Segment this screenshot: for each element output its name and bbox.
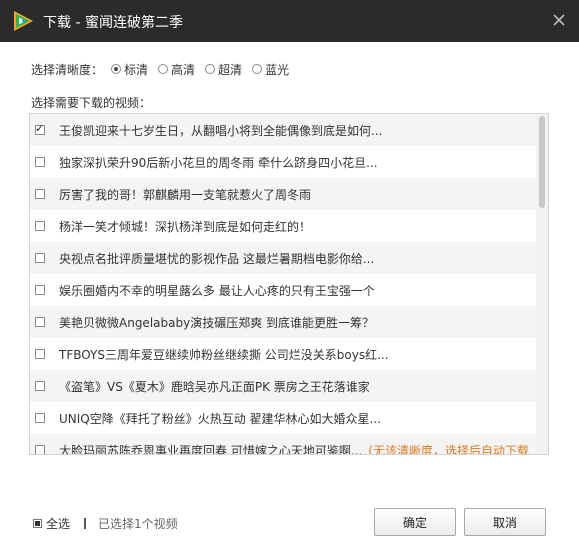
radio-sd[interactable]: [111, 64, 122, 74]
radio-bluray[interactable]: [252, 64, 263, 74]
tencent-video-logo-icon: [14, 11, 33, 31]
clarity-option-label: 超清: [218, 62, 243, 77]
item-checkbox[interactable]: [35, 381, 45, 391]
item-title: 央视点名批评质量堪忧的影视作品 这最烂暑期档电影你给...: [59, 251, 375, 266]
item-checkbox[interactable]: [35, 253, 45, 263]
window-title: 下载 - 蜜闻连破第二季: [43, 15, 183, 31]
item-title: TFBOYS三周年爱豆继续帅粉丝继续撕 公司烂没关系boys红...: [59, 347, 389, 362]
clarity-option-label: 高清: [171, 62, 196, 77]
item-title: 王俊凯迎来十七岁生日，从翻唱小将到全能偶像到底是如何...: [59, 123, 383, 138]
clarity-label: 选择清晰度：: [31, 62, 104, 77]
close-button[interactable]: [549, 10, 569, 30]
list-item[interactable]: 杨洋一笑才倾城！深扒杨洋到底是如何走红的！: [30, 210, 536, 242]
radio-hd[interactable]: [158, 64, 169, 74]
item-title: 《盗笔》VS《夏木》鹿晗吴亦凡正面PK 票房之王花落谁家: [59, 379, 370, 394]
clarity-selector: 选择清晰度： 标清 高清 超清 蓝光: [31, 60, 299, 78]
list-item[interactable]: 娱乐圈婚内不幸的明星蕗么多 最让人心疼的只有王宝强一个: [30, 274, 536, 306]
radio-shd[interactable]: [205, 64, 216, 74]
clarity-option-label: 标清: [124, 62, 149, 77]
select-all-label: 全选: [46, 516, 71, 531]
scrollbar-thumb[interactable]: [539, 116, 545, 208]
list-item[interactable]: 大脸玛丽苏陈乔恩事业再度回春 可惜嫁之心天地可鉴啊... (无该清晰度，选择后自…: [30, 434, 536, 455]
title-bar: 下载 - 蜜闻连破第二季: [0, 0, 579, 42]
list-item[interactable]: 《盗笔》VS《夏木》鹿晗吴亦凡正面PK 票房之王花落谁家: [30, 370, 536, 402]
footer-divider: [84, 517, 87, 529]
item-title: 厉害了我的哥！郭麒麟用一支笔就惹火了周冬雨: [59, 187, 312, 202]
item-checkbox[interactable]: [35, 413, 45, 423]
list-item[interactable]: 美艳贝微微Angelababy演技碾压郑爽 到底谁能更胜一筹？: [30, 306, 536, 338]
clarity-option-bluray[interactable]: 蓝光: [252, 61, 289, 78]
item-title: 娱乐圈婚内不幸的明星蕗么多 最让人心疼的只有王宝强一个: [59, 283, 375, 298]
confirm-button[interactable]: 确定: [374, 508, 456, 536]
item-checkbox[interactable]: [35, 445, 45, 454]
list-item[interactable]: 王俊凯迎来十七岁生日，从翻唱小将到全能偶像到底是如何...: [30, 114, 536, 146]
list-item[interactable]: 厉害了我的哥！郭麒麟用一支笔就惹火了周冬雨: [30, 178, 536, 210]
item-checkbox[interactable]: [35, 285, 45, 295]
item-checkbox[interactable]: [35, 221, 45, 231]
clarity-option-label: 蓝光: [265, 62, 290, 77]
clarity-option-sd[interactable]: 标清: [111, 61, 148, 78]
list-item[interactable]: 央视点名批评质量堪忧的影视作品 这最烂暑期档电影你给...: [30, 242, 536, 274]
clarity-option-shd[interactable]: 超清: [205, 61, 242, 78]
item-title: 独家深扒荣升90后新小花旦的周冬雨 牵什么跻身四小花旦...: [59, 155, 378, 170]
item-checkbox[interactable]: [35, 317, 45, 327]
item-clarity-note: (无该清晰度，选择后自动下载: [368, 443, 529, 455]
list-item[interactable]: UNIQ空降《拜托了粉丝》火热互动 翟建华林心如大婚众星...: [30, 402, 536, 434]
item-title: 杨洋一笑才倾城！深扒杨洋到底是如何走红的！: [59, 219, 312, 234]
footer-selection: 全选 已选择1个视频: [33, 515, 178, 532]
list-item[interactable]: TFBOYS三周年爱豆继续帅粉丝继续撕 公司烂没关系boys红...: [30, 338, 536, 370]
select-all-checkbox[interactable]: 全选: [33, 515, 70, 532]
video-section-label: 选择需要下载的视频：: [31, 96, 152, 110]
item-title: 大脸玛丽苏陈乔恩事业再度回春 可惜嫁之心天地可鉴啊...: [59, 443, 363, 455]
selected-count: 已选择1个视频: [98, 516, 178, 531]
select-all-box[interactable]: [33, 518, 42, 528]
item-title: 美艳贝微微Angelababy演技碾压郑爽 到底谁能更胜一筹？: [59, 315, 375, 330]
item-title: UNIQ空降《拜托了粉丝》火热互动 翟建华林心如大婚众星...: [59, 411, 382, 426]
item-checkbox[interactable]: [35, 157, 45, 167]
close-icon: [553, 14, 565, 26]
item-checkbox[interactable]: [35, 122, 45, 135]
video-list-items: 王俊凯迎来十七岁生日，从翻唱小将到全能偶像到底是如何... 独家深扒荣升90后新…: [30, 114, 536, 455]
clarity-option-hd[interactable]: 高清: [158, 61, 195, 78]
cancel-button[interactable]: 取消: [464, 508, 546, 536]
list-scrollbar[interactable]: [536, 114, 548, 454]
item-checkbox[interactable]: [35, 189, 45, 199]
list-item[interactable]: 独家深扒荣升90后新小花旦的周冬雨 牵什么跻身四小花旦...: [30, 146, 536, 178]
video-list: 王俊凯迎来十七岁生日，从翻唱小将到全能偶像到底是如何... 独家深扒荣升90后新…: [29, 113, 549, 455]
item-checkbox[interactable]: [35, 349, 45, 359]
